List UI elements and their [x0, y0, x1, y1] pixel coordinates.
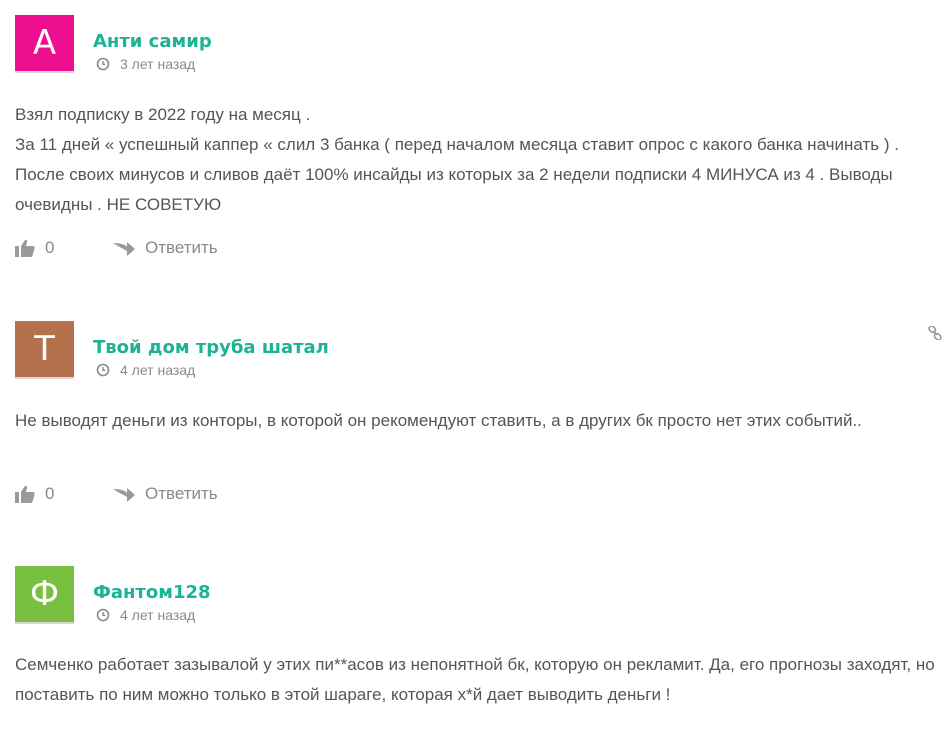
comment-meta: 4 лет назад — [96, 362, 195, 378]
avatar[interactable]: Ф — [15, 566, 74, 622]
comment-text: Семченко работает зазывалой у этих пи**а… — [15, 655, 935, 704]
clock-icon — [96, 57, 110, 71]
comment-actions: 0 Ответить — [15, 482, 218, 506]
comment-author[interactable]: Анти самир — [93, 31, 212, 52]
comment-author[interactable]: Твой дом труба шатал — [93, 337, 329, 358]
avatar[interactable]: Т — [15, 321, 74, 377]
comment-body: Семченко работает зазывалой у этих пи**а… — [15, 650, 940, 710]
reply-arrow-icon[interactable] — [113, 486, 135, 502]
thumbs-up-icon[interactable] — [15, 485, 35, 503]
comment-time[interactable]: 4 лет назад — [120, 362, 195, 378]
comment-meta: 3 лет назад — [96, 56, 195, 72]
permalink-icon[interactable] — [928, 326, 942, 340]
comment-text: Не выводят деньги из конторы, в которой … — [15, 411, 862, 430]
comment-body: Взял подписку в 2022 году на месяц . За … — [15, 100, 940, 220]
comment-body: Не выводят деньги из конторы, в которой … — [15, 406, 940, 436]
thumbs-up-icon[interactable] — [15, 239, 35, 257]
avatar[interactable]: А — [15, 15, 74, 71]
comment-text: Взял подписку в 2022 году на месяц . — [15, 105, 311, 124]
like-count: 0 — [45, 238, 55, 257]
comment-meta: 4 лет назад — [96, 607, 195, 623]
like-count: 0 — [45, 484, 55, 503]
comment-time[interactable]: 3 лет назад — [120, 56, 195, 72]
reply-button[interactable]: Ответить — [145, 238, 218, 258]
clock-icon — [96, 608, 110, 622]
comment-text: За 11 дней « успешный каппер « слил 3 ба… — [15, 135, 899, 214]
comment-author[interactable]: Фантом128 — [93, 582, 211, 603]
reply-arrow-icon[interactable] — [113, 240, 135, 256]
reply-button[interactable]: Ответить — [145, 484, 218, 504]
comment-actions: 0 Ответить — [15, 236, 218, 260]
comment-time[interactable]: 4 лет назад — [120, 607, 195, 623]
clock-icon — [96, 363, 110, 377]
